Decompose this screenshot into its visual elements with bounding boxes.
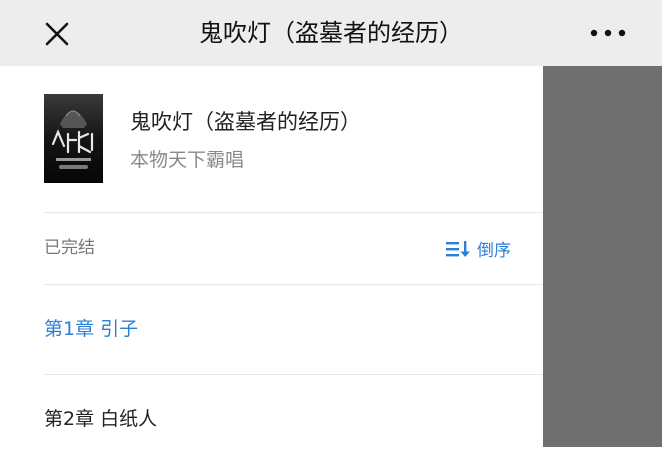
book-info[interactable]: 鬼吹灯（盗墓者的经历） 本物天下霸唱 <box>0 66 543 212</box>
chapter-item[interactable]: 第2章 白纸人 <box>0 375 543 464</box>
completion-status: 已完结 <box>44 238 95 258</box>
sort-descending-icon <box>446 240 470 257</box>
top-bar: 鬼吹灯（盗墓者的经历） <box>0 0 662 66</box>
book-cover-image <box>44 94 103 183</box>
chapter-title: 第2章 白纸人 <box>44 408 158 430</box>
sort-label: 倒序 <box>477 241 511 261</box>
chapter-item[interactable]: 第1章 引子 <box>0 285 543 374</box>
catalog-header: 已完结 倒序 <box>0 213 543 284</box>
chapter-title: 第1章 引子 <box>44 318 139 340</box>
book-author: 本物天下霸唱 <box>130 149 245 171</box>
page-title: 鬼吹灯（盗墓者的经历） <box>199 19 463 47</box>
close-icon[interactable] <box>44 21 70 47</box>
sort-reverse-button[interactable]: 倒序 <box>445 213 511 284</box>
dimmed-overlay[interactable] <box>543 66 662 447</box>
more-icon[interactable] <box>588 27 628 39</box>
book-title: 鬼吹灯（盗墓者的经历） <box>130 110 361 134</box>
catalog-panel: 鬼吹灯（盗墓者的经历） 本物天下霸唱 已完结 倒序 第1章 引子 第2章 白纸人 <box>0 66 543 447</box>
